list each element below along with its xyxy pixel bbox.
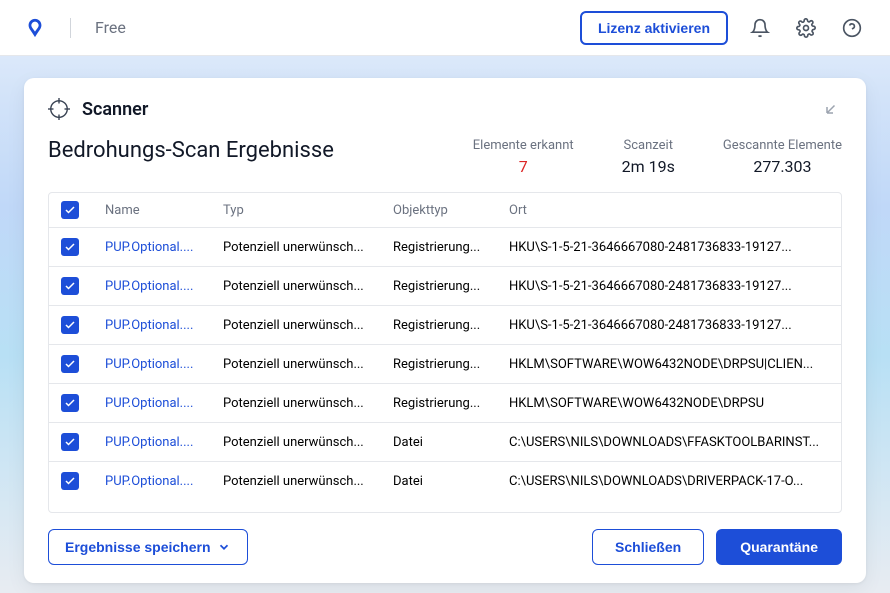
row-checkbox[interactable] <box>61 316 79 334</box>
threat-type: Potenziell unerwünsch... <box>223 240 393 255</box>
save-results-button[interactable]: Ergebnisse speichern <box>48 529 248 565</box>
object-type: Registrierung... <box>393 279 509 294</box>
threat-type: Potenziell unerwünsch... <box>223 357 393 372</box>
divider <box>70 18 71 38</box>
check-icon <box>64 436 76 448</box>
product-tier: Free <box>95 18 126 37</box>
row-checkbox[interactable] <box>61 472 79 490</box>
save-label: Ergebnisse speichern <box>65 539 211 555</box>
threat-location: C:\USERS\NILS\DOWNLOADS\FFASKTOOLBARINST… <box>509 435 829 450</box>
card-title: Scanner <box>82 99 148 120</box>
object-type: Registrierung... <box>393 240 509 255</box>
topbar-actions: Lizenz aktivieren <box>580 11 866 45</box>
expand-button[interactable] <box>824 98 842 120</box>
activate-license-button[interactable]: Lizenz aktivieren <box>580 11 728 45</box>
row-checkbox[interactable] <box>61 394 79 412</box>
malwarebytes-logo-icon <box>24 17 46 39</box>
card-header: Scanner <box>48 98 842 120</box>
help-button[interactable] <box>838 14 866 42</box>
scanner-card: Scanner Bedrohungs-Scan Ergebnisse Eleme… <box>24 78 866 583</box>
stat-label: Gescannte Elemente <box>723 138 842 153</box>
threat-type: Potenziell unerwünsch... <box>223 279 393 294</box>
threat-type: Potenziell unerwünsch... <box>223 396 393 411</box>
threat-name[interactable]: PUP.Optional.... <box>105 279 223 294</box>
object-type: Registrierung... <box>393 357 509 372</box>
threat-name[interactable]: PUP.Optional.... <box>105 240 223 255</box>
object-type: Registrierung... <box>393 396 509 411</box>
chevron-down-icon <box>217 540 231 554</box>
threat-name[interactable]: PUP.Optional.... <box>105 435 223 450</box>
threat-location: HKU\S-1-5-21-3646667080-2481736833-19127… <box>509 240 829 255</box>
table-row[interactable]: PUP.Optional.... Potenziell unerwünsch..… <box>49 462 841 500</box>
object-type: Datei <box>393 474 509 489</box>
threat-name[interactable]: PUP.Optional.... <box>105 474 223 489</box>
row-checkbox[interactable] <box>61 238 79 256</box>
stat-value: 277.303 <box>723 157 842 176</box>
logo: Free <box>24 17 126 39</box>
threat-type: Potenziell unerwünsch... <box>223 435 393 450</box>
quarantine-button[interactable]: Quarantäne <box>716 529 842 565</box>
help-icon <box>842 18 862 38</box>
table-row[interactable]: PUP.Optional.... Potenziell unerwünsch..… <box>49 306 841 345</box>
notifications-button[interactable] <box>746 14 774 42</box>
check-icon <box>64 358 76 370</box>
select-all-checkbox[interactable] <box>61 201 79 219</box>
stats: Elemente erkannt 7 Scanzeit 2m 19s Gesca… <box>473 138 842 176</box>
table-row[interactable]: PUP.Optional.... Potenziell unerwünsch..… <box>49 384 841 423</box>
check-icon <box>64 397 76 409</box>
stat-time: Scanzeit 2m 19s <box>622 138 675 176</box>
table-row[interactable]: PUP.Optional.... Potenziell unerwünsch..… <box>49 423 841 462</box>
row-checkbox[interactable] <box>61 277 79 295</box>
row-checkbox[interactable] <box>61 355 79 373</box>
check-icon <box>64 241 76 253</box>
threat-name[interactable]: PUP.Optional.... <box>105 357 223 372</box>
check-icon <box>64 319 76 331</box>
threat-location: HKLM\SOFTWARE\WOW6432NODE\DRPSU|CLIEN... <box>509 357 829 372</box>
stat-value: 7 <box>473 157 574 176</box>
stat-label: Scanzeit <box>622 138 675 153</box>
table-body: PUP.Optional.... Potenziell unerwünsch..… <box>49 228 841 512</box>
stat-value: 2m 19s <box>622 157 675 176</box>
threat-location: C:\USERS\NILS\DOWNLOADS\DRIVERPACK-17-O.… <box>509 474 829 489</box>
threat-type: Potenziell unerwünsch... <box>223 318 393 333</box>
crosshair-icon <box>48 98 70 120</box>
check-icon <box>64 280 76 292</box>
object-type: Datei <box>393 435 509 450</box>
col-header-type[interactable]: Typ <box>223 203 393 218</box>
threat-location: HKLM\SOFTWARE\WOW6432NODE\DRPSU <box>509 396 829 411</box>
col-header-objtype[interactable]: Objekttyp <box>393 203 509 218</box>
table-row[interactable]: PUP.Optional.... Potenziell unerwünsch..… <box>49 228 841 267</box>
stat-label: Elemente erkannt <box>473 138 574 153</box>
check-icon <box>64 475 76 487</box>
stat-scanned: Gescannte Elemente 277.303 <box>723 138 842 176</box>
threat-location: HKU\S-1-5-21-3646667080-2481736833-19127… <box>509 318 829 333</box>
top-bar: Free Lizenz aktivieren <box>0 0 890 56</box>
col-header-name[interactable]: Name <box>105 203 223 218</box>
close-button[interactable]: Schließen <box>592 529 704 565</box>
table-header: Name Typ Objekttyp Ort <box>49 193 841 228</box>
results-table: Name Typ Objekttyp Ort PUP.Optional.... … <box>48 192 842 513</box>
bell-icon <box>750 18 770 38</box>
check-icon <box>64 204 76 216</box>
gear-icon <box>796 18 816 38</box>
row-checkbox[interactable] <box>61 433 79 451</box>
table-row[interactable]: PUP.Optional.... Potenziell unerwünsch..… <box>49 345 841 384</box>
threat-name[interactable]: PUP.Optional.... <box>105 396 223 411</box>
threat-name[interactable]: PUP.Optional.... <box>105 318 223 333</box>
stat-detected: Elemente erkannt 7 <box>473 138 574 176</box>
threat-type: Potenziell unerwünsch... <box>223 474 393 489</box>
settings-button[interactable] <box>792 14 820 42</box>
threat-location: HKU\S-1-5-21-3646667080-2481736833-19127… <box>509 279 829 294</box>
object-type: Registrierung... <box>393 318 509 333</box>
table-row[interactable]: PUP.Optional.... Potenziell unerwünsch..… <box>49 267 841 306</box>
summary-row: Bedrohungs-Scan Ergebnisse Elemente erka… <box>48 138 842 176</box>
results-title: Bedrohungs-Scan Ergebnisse <box>48 138 334 163</box>
expand-icon <box>824 98 842 116</box>
card-footer: Ergebnisse speichern Schließen Quarantän… <box>48 529 842 565</box>
col-header-location[interactable]: Ort <box>509 203 829 218</box>
